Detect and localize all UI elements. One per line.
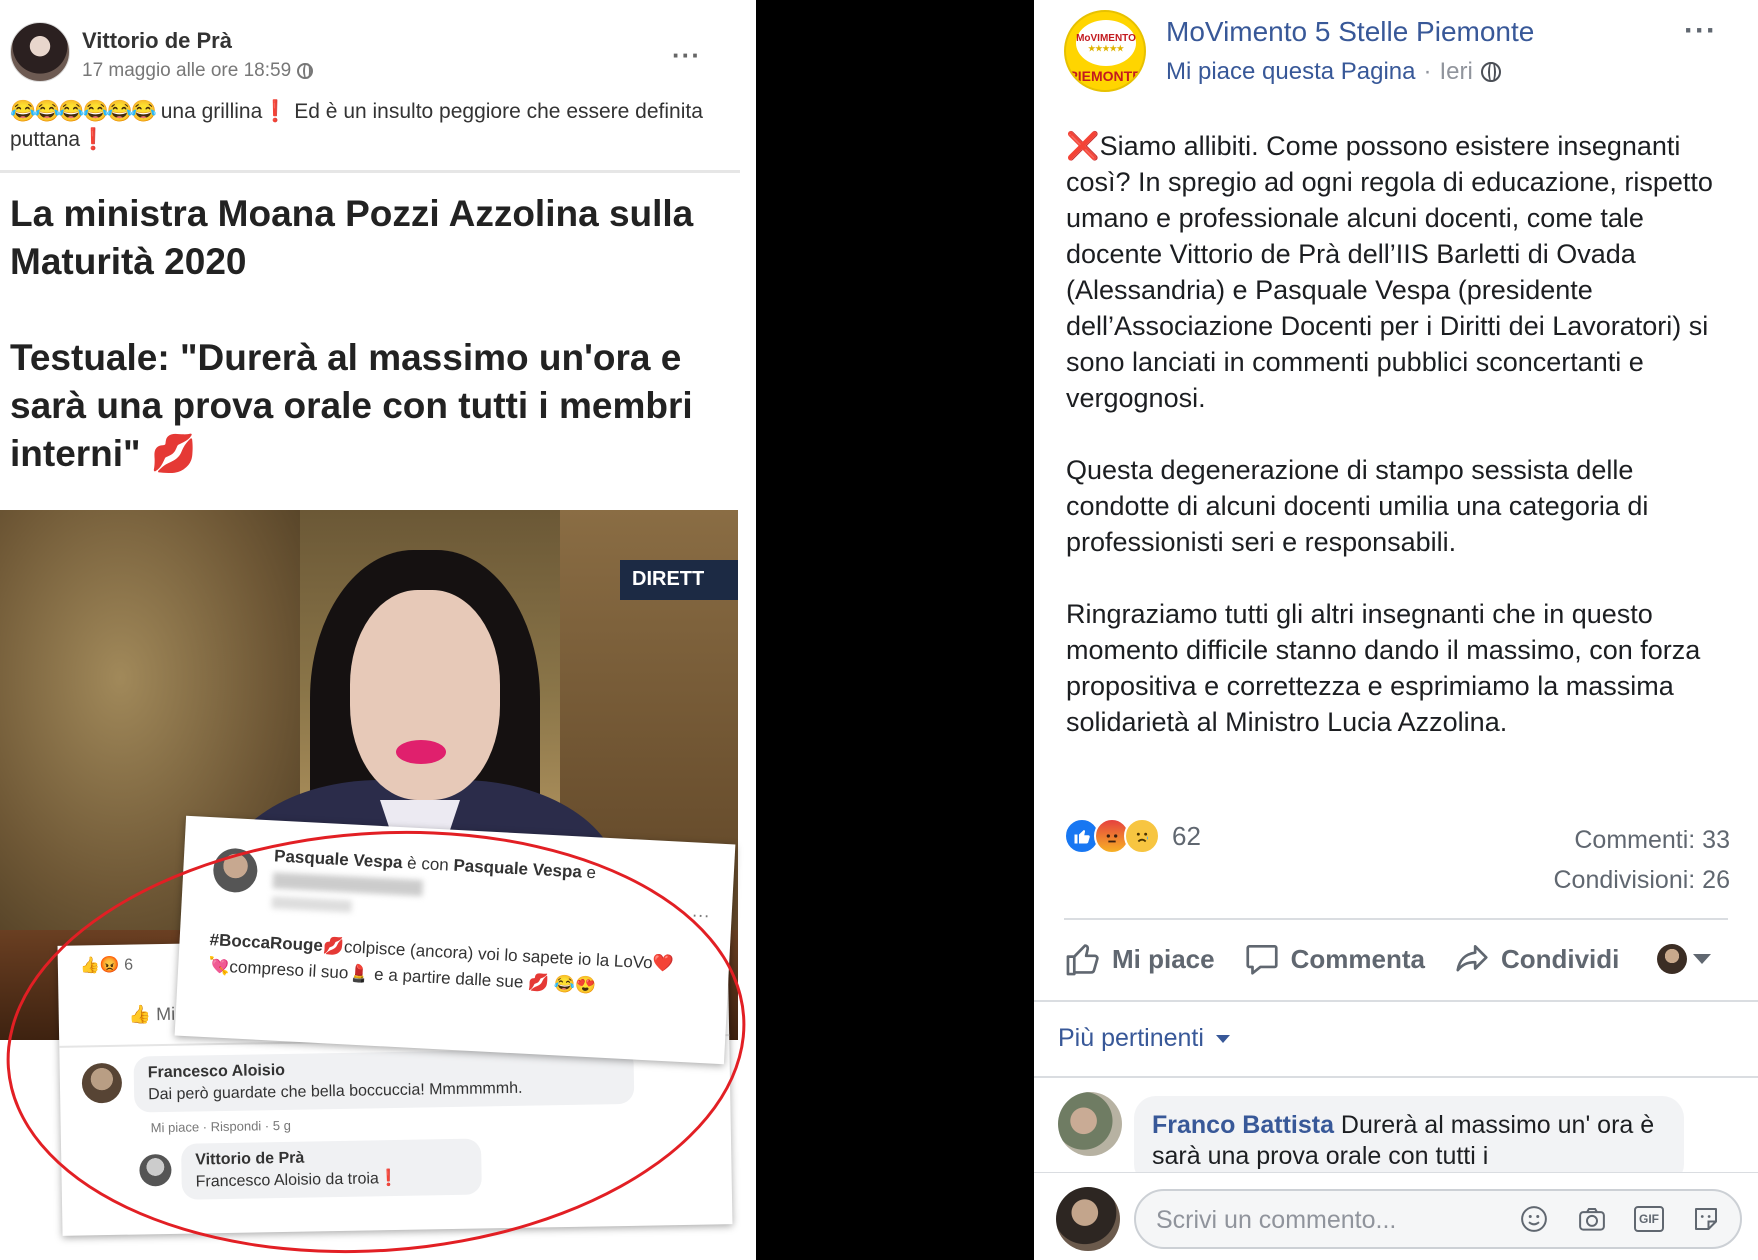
avatar bbox=[1657, 944, 1688, 974]
chevron-down-icon bbox=[1693, 954, 1712, 964]
avatar bbox=[81, 1062, 123, 1104]
like-button: 👍 Mi bbox=[128, 1003, 176, 1025]
logo-region: PIEMONTE bbox=[1068, 68, 1142, 84]
reaction-count: 62 bbox=[1172, 820, 1201, 851]
left-post-graphic-text: La ministra Moana Pozzi Azzolina sulla M… bbox=[10, 190, 750, 478]
sort-label: Più pertinenti bbox=[1058, 1024, 1204, 1052]
laugh-emoji: 😂😂😂😂😂😂 bbox=[10, 100, 157, 123]
left-screenshot: Vittorio de Prà 17 maggio alle ore 18:59… bbox=[0, 0, 756, 1260]
avatar bbox=[139, 1153, 172, 1187]
avatar[interactable] bbox=[10, 22, 70, 82]
post-menu-button[interactable]: ··· bbox=[1684, 14, 1717, 48]
comment-text: Dai però guardate che bella boccuccia! M… bbox=[147, 1079, 523, 1104]
left-post-header: Vittorio de Prà 17 maggio alle ore 18:59 bbox=[10, 22, 314, 82]
comment-author: Vittorio de Prà bbox=[195, 1149, 305, 1169]
post-as-selector[interactable] bbox=[1657, 944, 1712, 974]
globe-icon bbox=[297, 63, 314, 79]
page-name[interactable]: MoVimento 5 Stelle Piemonte bbox=[1166, 16, 1534, 48]
divider bbox=[0, 170, 740, 173]
post-meta: Mi piace questa Pagina · Ieri bbox=[1166, 58, 1501, 86]
left-post-text: 😂😂😂😂😂😂 una grillina❗ Ed è un insulto peg… bbox=[10, 98, 710, 154]
comment-input-wrapper: GIF bbox=[1134, 1189, 1742, 1249]
avatar[interactable] bbox=[1058, 1092, 1122, 1156]
post-body: ❌Siamo allibiti. Come possono esistere i… bbox=[1066, 128, 1730, 776]
exclaim-icon: ❗ bbox=[378, 1169, 399, 1188]
reactions-summary[interactable]: 62 bbox=[1064, 818, 1201, 854]
x-emoji: ❌ bbox=[1066, 131, 1100, 161]
share-button[interactable]: Condividi bbox=[1453, 940, 1619, 978]
divider bbox=[1034, 1000, 1758, 1002]
left-post-text-1: una grillina bbox=[154, 100, 263, 123]
embedded-menu: ··· bbox=[691, 904, 711, 926]
share-icon bbox=[1456, 944, 1488, 972]
post-stats: Commenti: 33 Condivisioni: 26 bbox=[1554, 820, 1731, 900]
lips-emoji: 💋 bbox=[150, 433, 197, 474]
emoji-icon[interactable] bbox=[1518, 1203, 1550, 1235]
paragraph-3: Ringraziamo tutti gli altri insegnanti c… bbox=[1066, 599, 1708, 737]
like-button[interactable]: Mi piace bbox=[1064, 940, 1215, 978]
blurred-name bbox=[272, 872, 424, 897]
reply-bubble: Vittorio de Prà Francesco Aloisio da tro… bbox=[180, 1138, 482, 1200]
paragraph-1: Siamo allibiti. Come possono esistere in… bbox=[1066, 131, 1721, 413]
share-label: Condividi bbox=[1500, 943, 1620, 974]
quote: Testuale: "Durerà al massimo un'ora e sa… bbox=[10, 337, 693, 474]
comment-input[interactable] bbox=[1156, 1203, 1496, 1237]
comment-meta: Mi piace · Rispondi · 5 g bbox=[150, 1117, 291, 1136]
embedded-post-card: Pasquale Vespa è con Pasquale Vespa e ··… bbox=[174, 815, 736, 1065]
divider bbox=[1064, 918, 1728, 920]
like-icon bbox=[1066, 944, 1099, 976]
logo-stars: ★★★★★ bbox=[1088, 44, 1124, 53]
comment-sort-dropdown[interactable]: Più pertinenti bbox=[1058, 1024, 1230, 1053]
camera-icon[interactable] bbox=[1576, 1203, 1608, 1235]
reactions-count: 👍😡 6 bbox=[79, 956, 134, 975]
photo-sign: DIRETT bbox=[620, 560, 738, 600]
comments-count[interactable]: Commenti: 33 bbox=[1554, 820, 1730, 860]
paragraph-2: Questa degenerazione di stampo sessista … bbox=[1066, 455, 1656, 557]
comment-author[interactable]: Franco Battista bbox=[1152, 1111, 1334, 1139]
like-label: Mi piace bbox=[1112, 943, 1215, 974]
write-comment-bar: GIF bbox=[1034, 1172, 1758, 1260]
post-actions: Mi piace Commenta Condividi bbox=[1064, 940, 1728, 978]
embedded-message: #BoccaRouge💋colpisce (ancora) voi lo sap… bbox=[207, 930, 675, 996]
comment-button[interactable]: Commenta bbox=[1243, 940, 1425, 978]
chevron-down-icon bbox=[1215, 1034, 1230, 1043]
comment-text: Francesco Aloisio da troia bbox=[195, 1170, 379, 1191]
comment-label: Commenta bbox=[1290, 943, 1425, 974]
left-post-menu[interactable]: ··· bbox=[672, 40, 701, 71]
blurred-time bbox=[271, 896, 352, 913]
separator: · bbox=[1423, 58, 1432, 85]
exclaim-icon: ❗ bbox=[80, 128, 107, 151]
comment-tools: GIF bbox=[1518, 1203, 1722, 1235]
page-logo[interactable]: MoVIMENTO ★★★★★ PIEMONTE bbox=[1064, 10, 1146, 92]
like-page-link[interactable]: Mi piace questa Pagina bbox=[1166, 58, 1416, 86]
divider bbox=[1034, 1076, 1758, 1078]
avatar bbox=[212, 847, 259, 894]
post-time[interactable]: Ieri bbox=[1440, 58, 1473, 86]
left-post-author[interactable]: Vittorio de Prà bbox=[82, 28, 313, 54]
comment-bubble: Francesco Aloisio Dai però guardate che … bbox=[133, 1047, 635, 1113]
logo-text: MoVIMENTO bbox=[1076, 33, 1136, 44]
exclaim-icon: ❗ bbox=[262, 100, 289, 123]
gif-icon[interactable]: GIF bbox=[1634, 1206, 1664, 1232]
comment-icon bbox=[1245, 944, 1278, 975]
globe-icon bbox=[1480, 62, 1501, 82]
comment-author: Francesco Aloisio bbox=[147, 1061, 286, 1082]
avatar bbox=[1056, 1187, 1120, 1251]
sad-reaction-icon bbox=[1124, 818, 1160, 854]
facebook-post: MoVIMENTO ★★★★★ PIEMONTE MoVimento 5 Ste… bbox=[1034, 0, 1758, 1260]
shares-count[interactable]: Condivisioni: 26 bbox=[1554, 860, 1731, 900]
headline: La ministra Moana Pozzi Azzolina sulla M… bbox=[10, 193, 694, 282]
left-post-timestamp[interactable]: 17 maggio alle ore 18:59 bbox=[82, 60, 291, 82]
sticker-icon[interactable] bbox=[1690, 1203, 1722, 1235]
